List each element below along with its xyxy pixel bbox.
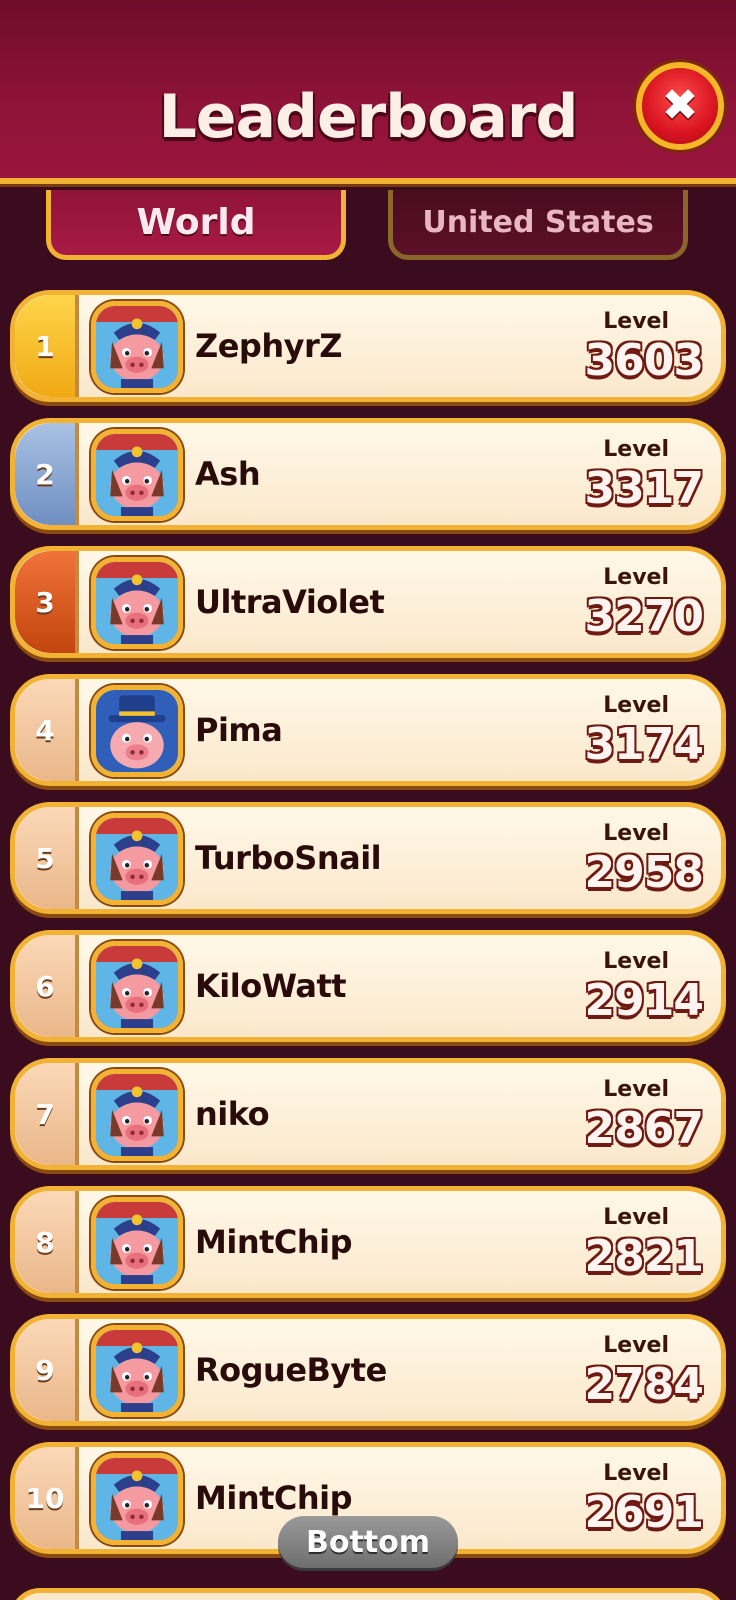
rank-badge: 1 <box>15 295 79 397</box>
close-icon: ✖ <box>661 80 699 131</box>
leaderboard-row[interactable]: 4 Pima Level 3174 <box>10 674 726 786</box>
level-value: 3603 <box>584 335 704 386</box>
level-label: Level <box>603 1077 669 1102</box>
level-value: 2821 <box>584 1231 704 1282</box>
level-label: Level <box>603 1205 669 1230</box>
player-name: Ash <box>195 455 261 493</box>
pig-captain-avatar[interactable] <box>91 1197 183 1289</box>
level-label: Level <box>603 565 669 590</box>
level-value: 3270 <box>584 591 704 642</box>
level-label: Level <box>603 1461 669 1486</box>
rank-badge: 8 <box>15 1191 79 1293</box>
leaderboard-row[interactable]: 2 Ash Level 3317 <box>10 418 726 530</box>
tab-world[interactable]: World <box>46 190 346 260</box>
rank-badge: 2 <box>15 423 79 525</box>
player-name: TurboSnail <box>195 839 382 877</box>
player-name: KiloWatt <box>195 967 347 1005</box>
rank-badge: 6 <box>15 935 79 1037</box>
page-title: Leaderboard <box>158 82 579 152</box>
close-button[interactable]: ✖ <box>636 62 724 150</box>
rank-badge: 3 <box>15 551 79 653</box>
leaderboard-row[interactable]: 5 TurboSnail Level 2958 <box>10 802 726 914</box>
level-value: 2914 <box>584 975 704 1026</box>
level-value: 2867 <box>584 1103 704 1154</box>
pig-captain-avatar[interactable] <box>91 301 183 393</box>
rank-badge: 9 <box>15 1319 79 1421</box>
pig-captain-avatar[interactable] <box>91 813 183 905</box>
player-name: RogueByte <box>195 1351 387 1389</box>
level-label: Level <box>603 949 669 974</box>
level-value: 3317 <box>584 463 704 514</box>
leaderboard-row[interactable]: 7 niko Level 2867 <box>10 1058 726 1170</box>
leaderboard-row[interactable]: 1 ZephyrZ Level 3603 <box>10 290 726 402</box>
pig-top-hat-avatar[interactable] <box>91 685 183 777</box>
rank-badge: 7 <box>15 1063 79 1165</box>
level-value: 3174 <box>584 719 704 770</box>
pig-captain-avatar[interactable] <box>91 557 183 649</box>
pig-captain-avatar[interactable] <box>91 1453 183 1545</box>
leaderboard-row[interactable]: 6 KiloWatt Level 2914 <box>10 930 726 1042</box>
level-label: Level <box>603 437 669 462</box>
scope-tabs: World United States <box>0 190 736 262</box>
level-value: 2691 <box>584 1487 704 1538</box>
pig-captain-avatar[interactable] <box>91 1069 183 1161</box>
level-label: Level <box>603 1333 669 1358</box>
level-label: Level <box>603 693 669 718</box>
player-name: niko <box>195 1095 270 1133</box>
pig-captain-avatar[interactable] <box>91 429 183 521</box>
leaderboard-row[interactable]: 8 MintChip Level 2821 <box>10 1186 726 1298</box>
player-name: ZephyrZ <box>195 327 342 365</box>
level-label: Level <box>603 821 669 846</box>
player-name: Pima <box>195 711 283 749</box>
pig-captain-avatar[interactable] <box>91 941 183 1033</box>
level-value: 2958 <box>584 847 704 898</box>
rank-badge: 10 <box>15 1447 79 1549</box>
leaderboard-row[interactable]: 3 UltraViolet Level 3270 <box>10 546 726 658</box>
next-row-peek <box>10 1588 726 1600</box>
player-name: MintChip <box>195 1223 353 1261</box>
rank-badge: 4 <box>15 679 79 781</box>
tab-united-states[interactable]: United States <box>388 190 688 260</box>
level-value: 2784 <box>584 1359 704 1410</box>
pig-captain-avatar[interactable] <box>91 1325 183 1417</box>
player-name: UltraViolet <box>195 583 385 621</box>
rank-badge: 5 <box>15 807 79 909</box>
level-label: Level <box>603 309 669 334</box>
bottom-button[interactable]: Bottom <box>278 1516 458 1568</box>
leaderboard-row[interactable]: 9 RogueByte Level 2784 <box>10 1314 726 1426</box>
header-bar: Leaderboard ✖ <box>0 0 736 184</box>
